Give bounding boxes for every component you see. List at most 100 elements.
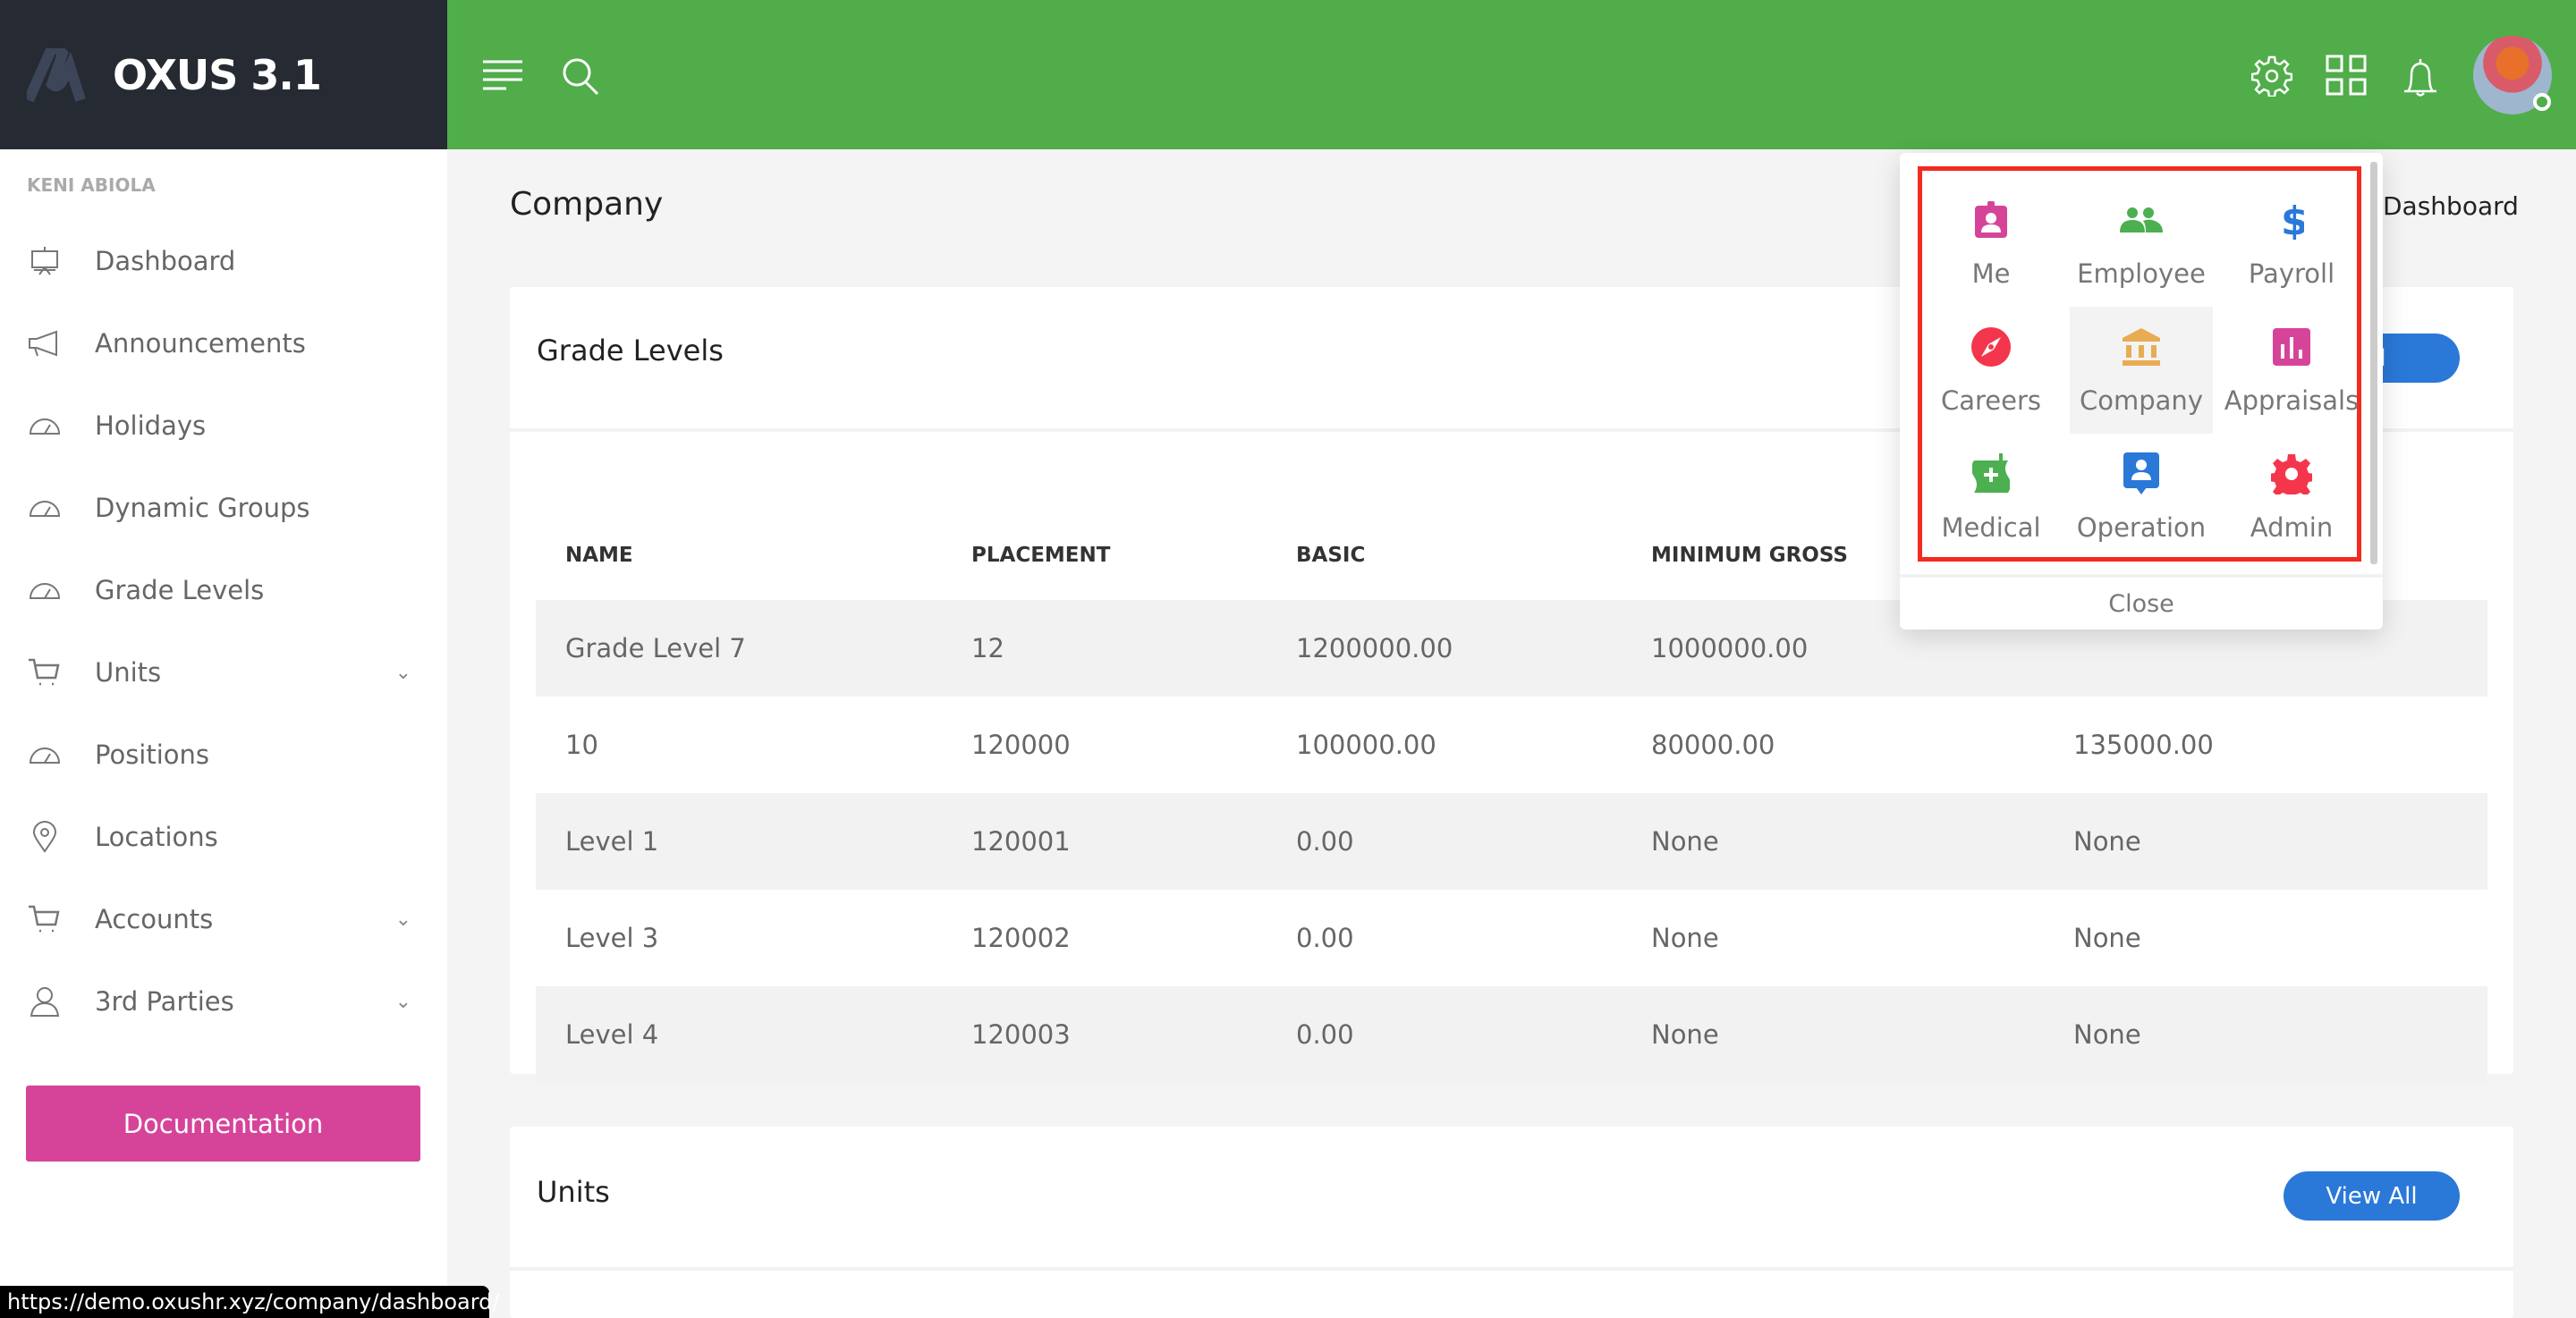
table-cell: Grade Level 7 xyxy=(536,600,942,697)
table-cell: 120000 xyxy=(971,730,1071,760)
app-menu-label: Company xyxy=(2080,385,2203,416)
card-divider xyxy=(510,1267,2513,1271)
user-icon xyxy=(27,985,63,1018)
app-menu-label: Operation xyxy=(2076,512,2207,543)
table-row[interactable]: 10 120000 100000.00 80000.00 135000.00 xyxy=(536,697,2487,793)
id-badge-icon xyxy=(1973,198,2009,242)
bank-icon xyxy=(2122,325,2161,369)
compass-icon xyxy=(1970,325,2012,369)
table-cell: Level 1 xyxy=(536,793,942,890)
table-cell: 120003 xyxy=(942,986,1267,1083)
app-menu-label: Payroll xyxy=(2248,258,2335,289)
chevron-down-icon: ⌄ xyxy=(394,908,411,931)
sidebar-item-holidays[interactable]: Holidays xyxy=(0,390,447,461)
app-menu-label: Medical xyxy=(1941,512,2041,543)
app-menu-label: Careers xyxy=(1940,385,2042,416)
units-title: Units xyxy=(537,1175,610,1209)
sidebar-item-label: Dynamic Groups xyxy=(95,493,310,523)
status-bar-url: https://demo.oxushr.xyz/company/dashboar… xyxy=(0,1286,500,1318)
app-menu-item-company[interactable]: Company xyxy=(2070,307,2213,434)
gauge-icon xyxy=(27,579,63,602)
app-menu-label: Employee xyxy=(2077,258,2206,289)
sidebar-item-positions[interactable]: Positions xyxy=(0,719,447,790)
app-menu-item-operation[interactable]: Operation xyxy=(2070,434,2213,561)
table-row[interactable]: Level 1 120001 0.00 None None xyxy=(536,793,2487,890)
app-name: OXUS 3.1 xyxy=(113,50,322,99)
table-row[interactable]: Level 4 120003 0.00 None None xyxy=(536,986,2487,1083)
settings-icon[interactable] xyxy=(2251,55,2292,97)
map-pin-icon xyxy=(27,821,63,853)
dollar-icon: $ xyxy=(2279,198,2304,242)
notifications-bell-icon[interactable] xyxy=(2401,55,2440,98)
units-card: Units View All xyxy=(510,1127,2513,1318)
app-menu-item-medical[interactable]: Medical xyxy=(1919,434,2063,561)
table-cell: 135000.00 xyxy=(2073,730,2214,760)
svg-text:$: $ xyxy=(2281,200,2304,240)
table-cell: 0.00 xyxy=(1267,986,1622,1083)
medicine-jar-icon xyxy=(1972,452,2010,496)
chevron-down-icon: ⌄ xyxy=(394,990,411,1013)
sidebar-item-label: 3rd Parties xyxy=(95,986,234,1017)
sidebar-item-locations[interactable]: Locations xyxy=(0,801,447,873)
bar-chart-icon xyxy=(2273,325,2310,369)
table-cell: 120001 xyxy=(942,793,1267,890)
app-menu-label: Appraisals xyxy=(2224,385,2360,416)
gauge-icon xyxy=(27,743,63,766)
table-cell: 12 xyxy=(942,600,1267,697)
app-menu-item-payroll[interactable]: $ Payroll xyxy=(2220,180,2363,307)
online-status-indicator xyxy=(2533,93,2551,111)
megaphone-icon xyxy=(27,330,63,357)
app-menu-item-me[interactable]: Me xyxy=(1919,180,2063,307)
search-icon[interactable] xyxy=(562,57,599,95)
sidebar-item-dynamic-groups[interactable]: Dynamic Groups xyxy=(0,472,447,544)
column-header: NAME xyxy=(565,544,633,567)
table-cell: 0.00 xyxy=(1267,793,1622,890)
sidebar: KENI ABIOLA Dashboard Announcements Holida… xyxy=(0,149,447,1318)
table-cell: None xyxy=(2044,986,2487,1083)
cart-icon xyxy=(27,657,63,688)
table-cell: None xyxy=(1622,793,2044,890)
app-menu-item-careers[interactable]: Careers xyxy=(1919,307,2063,434)
sidebar-item-3rd-parties[interactable]: 3rd Parties ⌄ xyxy=(0,966,447,1037)
cog-icon xyxy=(2271,452,2312,496)
sidebar-item-label: Units xyxy=(95,657,162,688)
app-menu-item-employee[interactable]: Employee xyxy=(2070,180,2213,307)
apps-menu-popup: Me Employee $ Payroll Careers Company Appraisa… xyxy=(1900,153,2383,629)
breadcrumb-dashboard[interactable]: Dashboard xyxy=(2383,191,2519,221)
app-menu-item-admin[interactable]: Admin xyxy=(2220,434,2363,561)
gauge-icon xyxy=(27,496,63,520)
table-cell: Level 4 xyxy=(536,986,942,1083)
app-menu-item-appraisals[interactable]: Appraisals xyxy=(2220,307,2363,434)
sidebar-item-accounts[interactable]: Accounts ⌄ xyxy=(0,883,447,955)
menu-icon[interactable] xyxy=(483,59,522,91)
page-title: Company xyxy=(510,186,664,223)
apps-grid-icon[interactable] xyxy=(2326,55,2367,96)
sidebar-item-label: Holidays xyxy=(95,410,207,441)
column-header: PLACEMENT xyxy=(971,544,1111,567)
popup-scrollbar[interactable] xyxy=(2370,162,2377,564)
sidebar-item-announcements[interactable]: Announcements xyxy=(0,308,447,379)
column-header: BASIC xyxy=(1296,544,1366,567)
table-row[interactable]: Level 3 120002 0.00 None None xyxy=(536,890,2487,986)
chevron-down-icon: ⌄ xyxy=(394,661,411,684)
contact-pin-icon xyxy=(2123,452,2160,496)
table-cell: None xyxy=(2044,793,2487,890)
brand[interactable]: OXUS 3.1 xyxy=(0,0,447,149)
sidebar-item-label: Positions xyxy=(95,739,210,770)
sidebar-item-grade-levels[interactable]: Grade Levels xyxy=(0,554,447,626)
table-cell: 80000.00 xyxy=(1651,730,1775,760)
logo-icon xyxy=(27,47,86,102)
cart-icon xyxy=(27,904,63,934)
units-view-all-button[interactable]: View All xyxy=(2284,1171,2460,1221)
sidebar-item-label: Dashboard xyxy=(95,246,236,276)
table-cell: 10 xyxy=(565,730,598,760)
sidebar-item-dashboard[interactable]: Dashboard xyxy=(0,225,447,297)
sidebar-item-label: Grade Levels xyxy=(95,575,265,605)
people-icon xyxy=(2119,198,2164,242)
close-button[interactable]: Close xyxy=(1900,574,2383,629)
sidebar-item-units[interactable]: Units ⌄ xyxy=(0,637,447,708)
app-menu-label: Admin xyxy=(2250,512,2334,543)
top-bar xyxy=(447,0,2576,149)
documentation-button[interactable]: Documentation xyxy=(26,1086,420,1162)
table-cell: None xyxy=(1651,923,1719,953)
